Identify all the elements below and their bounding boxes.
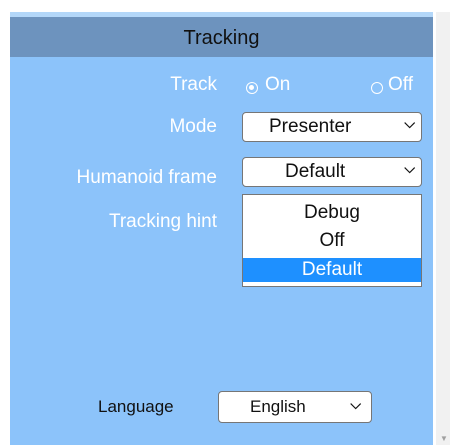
track-off-label[interactable]: Off [388, 74, 413, 96]
track-on-label[interactable]: On [265, 74, 290, 96]
tracking-hint-label: Tracking hint [108, 211, 217, 232]
track-on-radio[interactable] [246, 82, 258, 94]
scrollbar[interactable]: ▼ [436, 12, 450, 445]
dropdown-option-default[interactable]: Default [243, 258, 421, 282]
chevron-down-icon: ⌵ [404, 115, 415, 131]
track-label: Track [170, 74, 217, 95]
humanoid-frame-label: Humanoid frame [76, 167, 217, 188]
dropdown-option-off[interactable]: Off [243, 229, 421, 253]
panel-title: Tracking [183, 27, 260, 49]
humanoid-frame-dropdown-list: Debug Off Default [242, 194, 422, 287]
language-value: English [250, 397, 306, 416]
chevron-down-icon: ⌵ [404, 160, 415, 176]
language-select[interactable]: English ⌵ [218, 391, 372, 423]
mode-value: Presenter [269, 116, 352, 137]
humanoid-frame-select[interactable]: Default ⌵ [242, 157, 422, 187]
mode-label: Mode [169, 116, 217, 137]
panel-header: Tracking [10, 12, 433, 57]
humanoid-frame-value: Default [285, 161, 346, 182]
mode-select[interactable]: Presenter ⌵ [242, 112, 422, 142]
track-off-radio[interactable] [371, 82, 383, 94]
scroll-down-arrow-icon[interactable]: ▼ [440, 434, 448, 443]
chevron-down-icon: ⌵ [350, 396, 361, 412]
dropdown-option-debug[interactable]: Debug [243, 201, 421, 225]
language-label: Language [98, 397, 174, 416]
